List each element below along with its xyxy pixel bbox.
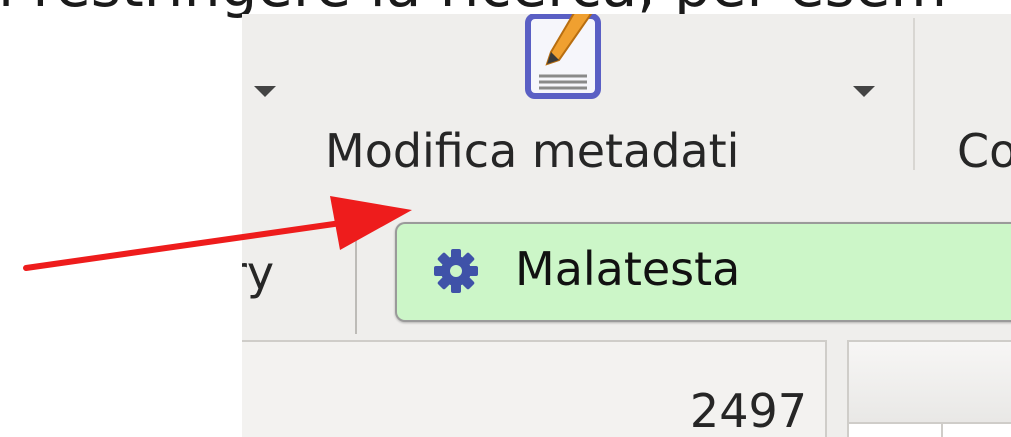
edit-metadata-button[interactable]: Modifica metadati bbox=[325, 124, 739, 178]
saved-search-chip[interactable]: Malatesta bbox=[395, 222, 1011, 322]
toolbar-button-partial[interactable]: Co bbox=[957, 124, 1011, 178]
calibre-window: Modifica metadati Co ry Malat bbox=[242, 14, 1011, 437]
column-divider bbox=[941, 422, 943, 437]
tab-separator bbox=[355, 234, 357, 334]
book-list-panel bbox=[847, 340, 1011, 437]
toolbar-separator bbox=[913, 18, 915, 170]
search-chip-label: Malatesta bbox=[515, 242, 741, 296]
edit-metadata-icon[interactable] bbox=[525, 14, 605, 100]
gear-icon bbox=[433, 248, 479, 294]
column-header[interactable] bbox=[849, 342, 1011, 424]
tab-previous[interactable]: ry bbox=[242, 246, 274, 300]
book-count: 2497 bbox=[689, 384, 807, 437]
book-count-panel: 2497 bbox=[242, 340, 827, 437]
dropdown-arrow-icon[interactable] bbox=[254, 86, 276, 97]
dropdown-arrow-icon[interactable] bbox=[853, 86, 875, 97]
